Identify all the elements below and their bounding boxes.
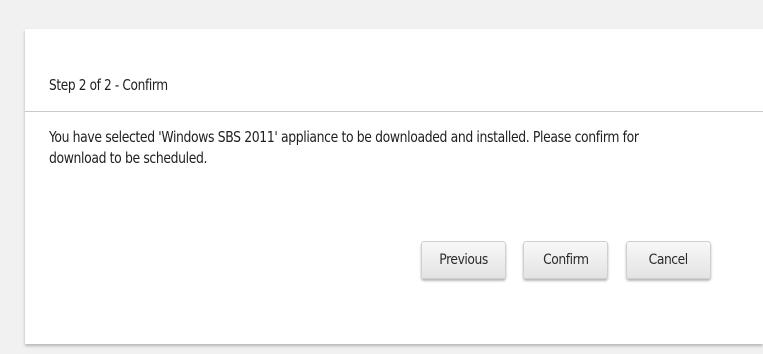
previous-button-label: Previous — [439, 252, 488, 268]
confirm-button[interactable]: Confirm — [523, 241, 608, 279]
cancel-button-label: Cancel — [648, 252, 689, 268]
page-background: Step 2 of 2 - Confirm You have selected … — [0, 0, 763, 354]
cancel-button[interactable]: Cancel — [626, 241, 711, 279]
confirm-dialog: Step 2 of 2 - Confirm You have selected … — [25, 29, 763, 344]
dialog-header: Step 2 of 2 - Confirm — [25, 29, 763, 112]
previous-button[interactable]: Previous — [421, 241, 506, 279]
dialog-message: You have selected 'Windows SBS 2011' app… — [49, 128, 639, 167]
dialog-title: Step 2 of 2 - Confirm — [49, 76, 168, 94]
confirm-button-label: Confirm — [542, 252, 589, 268]
